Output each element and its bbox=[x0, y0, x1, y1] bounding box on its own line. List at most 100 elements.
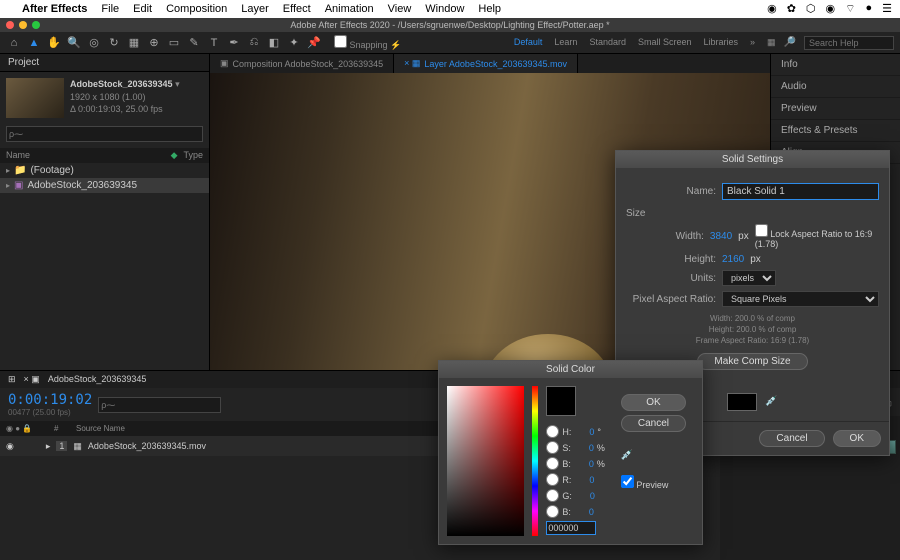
timeline-tab[interactable]: AdobeStock_203639345 bbox=[48, 374, 147, 385]
panel-info[interactable]: Info bbox=[771, 54, 900, 76]
brush-tool-icon[interactable]: ✒ bbox=[226, 35, 242, 51]
dropbox-icon[interactable]: ⬡ bbox=[806, 2, 816, 16]
height-input[interactable]: 2160 bbox=[722, 254, 744, 265]
pen-tool-icon[interactable]: ✎ bbox=[186, 35, 202, 51]
g-radio[interactable] bbox=[546, 489, 559, 502]
workspace-small[interactable]: Small Screen bbox=[638, 37, 692, 48]
units-select[interactable]: pixels bbox=[722, 270, 776, 286]
col-tag-icon[interactable]: ◆ bbox=[171, 150, 178, 161]
solid-name-input[interactable] bbox=[722, 183, 879, 200]
lock-aspect-checkbox[interactable] bbox=[755, 224, 768, 237]
g-value[interactable]: 0 bbox=[575, 491, 595, 501]
workspace-learn[interactable]: Learn bbox=[554, 37, 577, 48]
tab-composition[interactable]: ▣ Composition AdobeStock_203639345 bbox=[210, 54, 394, 73]
bl-radio[interactable] bbox=[546, 505, 559, 518]
bl-value[interactable]: 0 bbox=[574, 507, 594, 517]
workspace-menu-icon[interactable]: ▦ bbox=[767, 37, 776, 48]
make-comp-size-button[interactable]: Make Comp Size bbox=[697, 353, 807, 370]
project-row-label: AdobeStock_203639345 bbox=[27, 180, 137, 191]
ok-button[interactable]: OK bbox=[621, 394, 686, 411]
menu-edit[interactable]: Edit bbox=[133, 3, 152, 15]
ok-button[interactable]: OK bbox=[833, 430, 881, 447]
asset-dimensions: 1920 x 1080 (1.00) bbox=[70, 92, 146, 102]
tab-layer[interactable]: × ▦ Layer AdobeStock_203639345.mov bbox=[394, 54, 578, 73]
eyedropper-icon[interactable]: 💉 bbox=[621, 450, 686, 461]
home-icon[interactable]: ⌂ bbox=[6, 35, 22, 51]
spotlight-icon[interactable]: ☰ bbox=[882, 2, 892, 16]
anchor-tool-icon[interactable]: ⊕ bbox=[146, 35, 162, 51]
orbit-tool-icon[interactable]: ◎ bbox=[86, 35, 102, 51]
project-row-footage[interactable]: ▸📁 (Footage) bbox=[0, 163, 209, 178]
timeline-search-input[interactable] bbox=[98, 397, 221, 413]
h-radio[interactable] bbox=[546, 425, 559, 438]
snapping-checkbox[interactable] bbox=[334, 35, 347, 48]
zoom-icon[interactable] bbox=[32, 21, 40, 29]
panel-audio[interactable]: Audio bbox=[771, 76, 900, 98]
search-help-input[interactable] bbox=[804, 36, 894, 50]
hex-input[interactable] bbox=[546, 521, 596, 535]
asset-thumbnail[interactable] bbox=[6, 78, 64, 118]
menu-layer[interactable]: Layer bbox=[241, 3, 269, 15]
hand-tool-icon[interactable]: ✋ bbox=[46, 35, 62, 51]
project-filter-input[interactable] bbox=[6, 126, 203, 142]
panel-effects-presets[interactable]: Effects & Presets bbox=[771, 120, 900, 142]
eraser-tool-icon[interactable]: ◧ bbox=[266, 35, 282, 51]
current-timecode[interactable]: 0:00:19:02 bbox=[8, 392, 92, 408]
s-radio[interactable] bbox=[546, 441, 559, 454]
twirl-icon[interactable]: ▸ bbox=[46, 441, 51, 452]
app-menu[interactable]: After Effects bbox=[22, 3, 87, 15]
r-radio[interactable] bbox=[546, 473, 559, 486]
h-value[interactable]: 0 bbox=[574, 427, 594, 437]
visibility-icon[interactable]: ◉ bbox=[6, 441, 14, 452]
close-icon[interactable] bbox=[6, 21, 14, 29]
text-tool-icon[interactable]: T bbox=[206, 35, 222, 51]
menu-view[interactable]: View bbox=[388, 3, 412, 15]
project-row-comp[interactable]: ▸▣ AdobeStock_203639345 bbox=[0, 178, 209, 193]
zoom-tool-icon[interactable]: 🔍 bbox=[66, 35, 82, 51]
cc-icon[interactable]: ◉ bbox=[767, 2, 777, 16]
menu-animation[interactable]: Animation bbox=[325, 3, 374, 15]
width-input[interactable]: 3840 bbox=[710, 231, 732, 242]
workspace-libraries[interactable]: Libraries bbox=[704, 37, 739, 48]
sync-icon[interactable]: ✿ bbox=[787, 2, 796, 16]
puppet-tool-icon[interactable]: 📌 bbox=[306, 35, 322, 51]
col-name[interactable]: Name bbox=[6, 150, 171, 161]
eyedropper-icon[interactable]: 💉 bbox=[765, 396, 777, 407]
stamp-tool-icon[interactable]: ⎌ bbox=[246, 35, 262, 51]
cancel-button[interactable]: Cancel bbox=[759, 430, 824, 447]
shape-tool-icon[interactable]: ▭ bbox=[166, 35, 182, 51]
solid-color-dialog: Solid Color H:0° S:0% B:0% R:0 G:0 B:0 O… bbox=[438, 360, 703, 545]
menu-composition[interactable]: Composition bbox=[166, 3, 227, 15]
par-label: Pixel Aspect Ratio: bbox=[626, 294, 716, 305]
camera-tool-icon[interactable]: ▦ bbox=[126, 35, 142, 51]
preview-checkbox[interactable] bbox=[621, 475, 634, 488]
menu-effect[interactable]: Effect bbox=[283, 3, 311, 15]
r-value[interactable]: 0 bbox=[574, 475, 594, 485]
b-radio[interactable] bbox=[546, 457, 559, 470]
color-field[interactable] bbox=[447, 386, 524, 536]
selection-tool-icon[interactable]: ▲ bbox=[26, 35, 42, 51]
siri-icon[interactable]: ● bbox=[865, 2, 872, 16]
b-value[interactable]: 0 bbox=[574, 459, 594, 469]
project-tab[interactable]: Project bbox=[0, 54, 209, 72]
roto-tool-icon[interactable]: ✦ bbox=[286, 35, 302, 51]
menu-file[interactable]: File bbox=[101, 3, 119, 15]
color-swatch[interactable] bbox=[727, 393, 757, 411]
wifi2-icon[interactable]: ⌔ bbox=[845, 2, 855, 16]
par-select[interactable]: Square Pixels bbox=[722, 291, 879, 307]
workspace-default[interactable]: Default bbox=[514, 37, 543, 48]
cancel-button[interactable]: Cancel bbox=[621, 415, 686, 432]
workspace-standard[interactable]: Standard bbox=[589, 37, 626, 48]
render-queue-icon[interactable]: ⊞ bbox=[8, 374, 16, 385]
workspace-overflow-icon[interactable]: » bbox=[750, 37, 755, 48]
rotate-tool-icon[interactable]: ↻ bbox=[106, 35, 122, 51]
wifi-icon[interactable]: ◉ bbox=[826, 2, 836, 16]
minimize-icon[interactable] bbox=[19, 21, 27, 29]
panel-preview[interactable]: Preview bbox=[771, 98, 900, 120]
menu-window[interactable]: Window bbox=[425, 3, 464, 15]
s-value[interactable]: 0 bbox=[574, 443, 594, 453]
col-type[interactable]: Type bbox=[183, 150, 203, 161]
hue-slider[interactable] bbox=[532, 386, 538, 536]
menu-help[interactable]: Help bbox=[478, 3, 501, 15]
color-preview bbox=[546, 386, 576, 416]
